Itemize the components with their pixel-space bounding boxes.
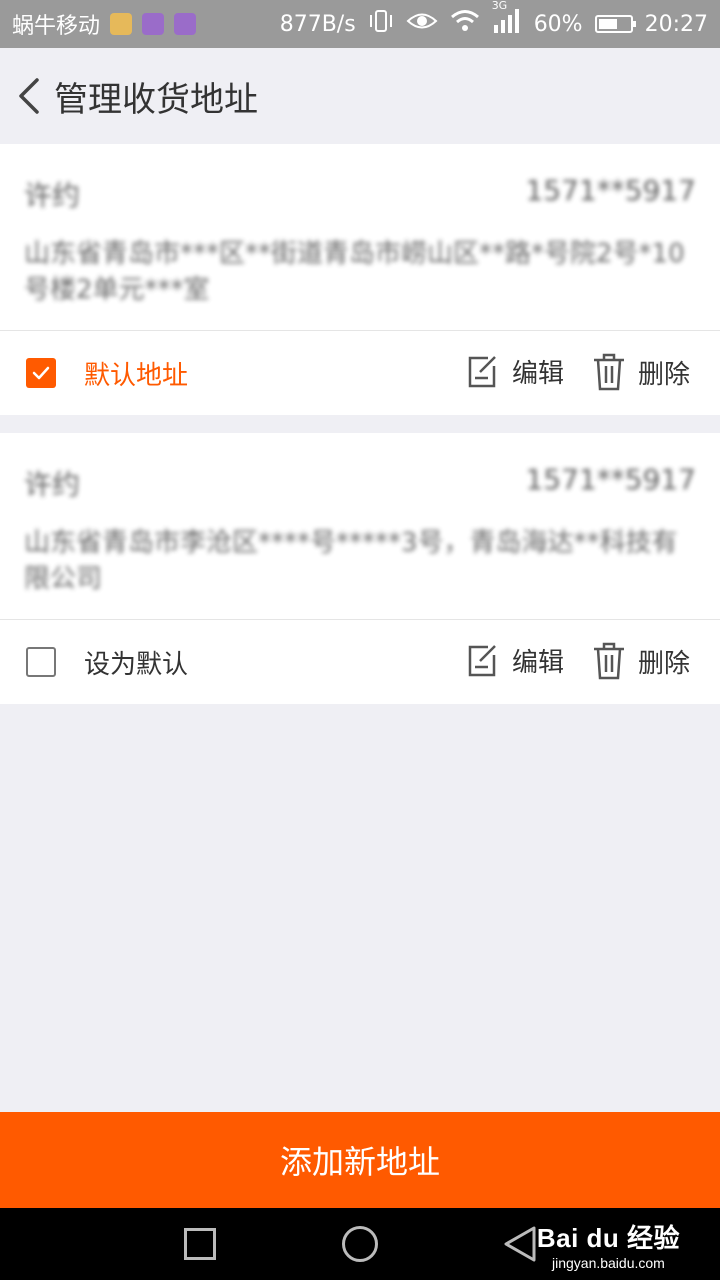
address-text: 山东省青岛市***区**街道青岛市崂山区**路*号院2号*10号楼2单元***室: [24, 239, 685, 305]
default-checkbox[interactable]: [26, 358, 56, 388]
watermark-brand: Bai du 经验: [536, 1223, 680, 1253]
add-address-label: 添加新地址: [279, 1143, 440, 1181]
wifi-icon: [450, 9, 480, 39]
vibrate-icon: [368, 9, 394, 39]
header: 管理收货地址: [0, 48, 720, 144]
default-checkbox[interactable]: [26, 647, 56, 677]
page-title: 管理收货地址: [54, 79, 258, 120]
keyboard-notification-icon: [174, 13, 197, 35]
eye-icon: [406, 10, 438, 38]
checkmark-icon: [32, 366, 50, 380]
clock: 20:27: [644, 11, 708, 37]
address-info[interactable]: 许约 1571**5917 山东省青岛市李沧区****号*****3号，青岛海达…: [0, 433, 720, 620]
recipient-name: 许约: [24, 468, 81, 501]
address-card[interactable]: 许约 1571**5917 山东省青岛市***区**街道青岛市崂山区**路*号院…: [0, 144, 720, 415]
address-text: 山东省青岛市李沧区****号*****3号，青岛海达**科技有限公司: [24, 528, 678, 594]
watermark-url: jingyan.baidu.com: [551, 1255, 665, 1271]
battery-level: [598, 19, 617, 29]
delete-label: 删除: [638, 648, 691, 679]
trash-icon: [594, 642, 624, 680]
home-button[interactable]: [342, 1226, 378, 1262]
notification-icon: [110, 13, 133, 35]
signal-icon: 3G: [492, 0, 522, 39]
delete-button[interactable]: 删除: [592, 642, 690, 680]
carrier-name: 蜗牛移动: [12, 14, 101, 39]
edit-label: 编辑: [512, 648, 565, 678]
recipient-phone: 1571**5917: [525, 463, 696, 496]
edit-icon: [468, 355, 496, 387]
chevron-left-icon: [19, 78, 39, 114]
network-type: 3G: [491, 0, 508, 12]
baidu-watermark: Bai du 经验 jingyan.baidu.com: [537, 1218, 680, 1271]
edit-button[interactable]: 编辑: [466, 353, 564, 390]
edit-button[interactable]: 编辑: [466, 642, 564, 679]
triangle-back-icon: [504, 1226, 536, 1262]
delete-button[interactable]: 删除: [592, 353, 690, 391]
trash-icon: [594, 353, 624, 391]
battery-percent: 60%: [533, 11, 583, 37]
gallery-notification-icon: [142, 13, 165, 35]
recent-apps-button[interactable]: [184, 1228, 216, 1260]
address-actions: 默认地址 编辑 删除: [0, 331, 720, 415]
address-actions: 设为默认 编辑 删除: [0, 620, 720, 704]
recipient-name: 许约: [24, 179, 81, 212]
address-info[interactable]: 许约 1571**5917 山东省青岛市***区**街道青岛市崂山区**路*号院…: [0, 144, 720, 331]
default-label[interactable]: 默认地址: [84, 355, 188, 392]
nav-back-button[interactable]: [502, 1224, 538, 1268]
edit-icon: [468, 644, 496, 676]
battery-icon: [594, 15, 636, 33]
set-default-label[interactable]: 设为默认: [84, 644, 188, 681]
delete-label: 删除: [638, 359, 691, 390]
navigation-bar: Bai du 经验 jingyan.baidu.com: [0, 1208, 720, 1280]
back-button[interactable]: [4, 66, 52, 126]
add-address-button[interactable]: 添加新地址: [0, 1112, 720, 1208]
edit-label: 编辑: [512, 359, 565, 389]
status-bar: 蜗牛移动 877B/s 3G 60% 20:27: [0, 0, 720, 48]
recipient-phone: 1571**5917: [525, 174, 696, 207]
address-card[interactable]: 许约 1571**5917 山东省青岛市李沧区****号*****3号，青岛海达…: [0, 433, 720, 704]
network-speed: 877B/s: [279, 11, 356, 37]
